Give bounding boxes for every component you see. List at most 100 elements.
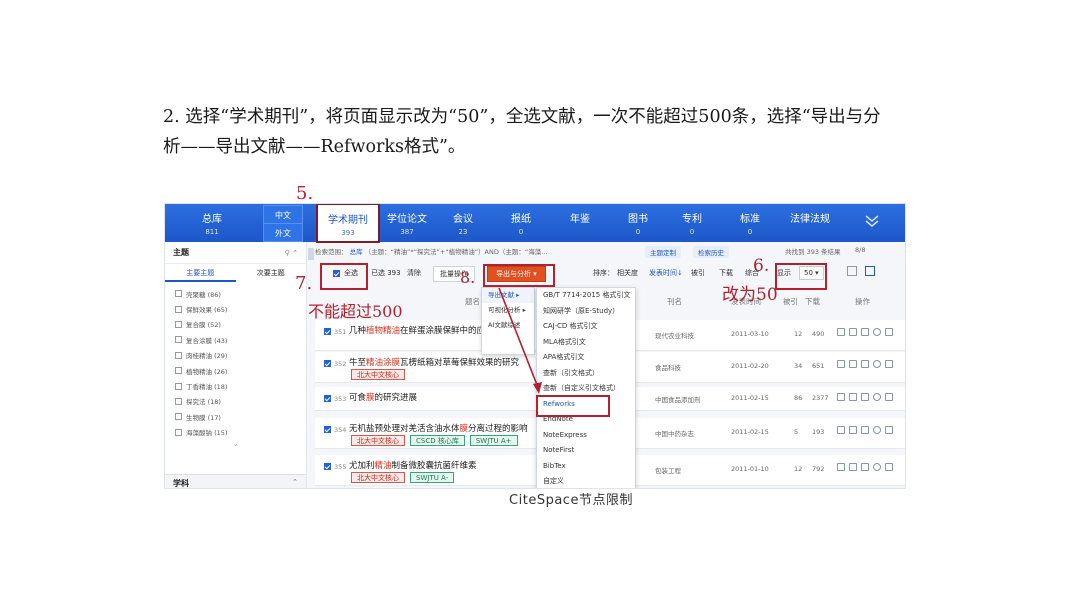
format-novelty-citation[interactable]: 查新（引文格式） — [537, 366, 635, 382]
more-icon[interactable] — [885, 463, 893, 471]
row-source[interactable]: 现代农业科技 — [655, 330, 694, 340]
download-icon[interactable] — [837, 463, 845, 471]
checkbox[interactable] — [175, 413, 182, 421]
sort-cited[interactable]: 被引 — [691, 268, 705, 278]
format-mla[interactable]: MLA格式引文 — [537, 335, 635, 351]
nav-tab-patents[interactable]: 专利 0 — [670, 204, 714, 242]
nav-tab-journals[interactable]: 学术期刊 393 — [316, 204, 380, 243]
scope-value[interactable]: 总库 — [350, 248, 363, 256]
more-icon[interactable] — [885, 393, 893, 401]
read-icon[interactable] — [849, 360, 857, 368]
facet-item[interactable]: 探究法 (18) — [175, 394, 296, 409]
quote-icon[interactable] — [873, 426, 881, 434]
row-checkbox[interactable] — [324, 395, 331, 402]
facet-toggle-icons[interactable]: ⚲ ⌃ — [285, 249, 298, 257]
format-cajcd[interactable]: CAJ-CD 格式引文 — [537, 319, 635, 335]
list-view-icon[interactable] — [865, 266, 875, 276]
checkbox[interactable] — [175, 290, 182, 298]
row-title[interactable]: 无机盐预处理对羌活含油水体膜分离过程的影响 — [349, 422, 528, 434]
nav-tab-yearbook[interactable]: 年鉴 — [558, 204, 602, 242]
lang-foreign-button[interactable]: 外文 — [263, 223, 303, 242]
row-checkbox[interactable] — [324, 463, 331, 470]
format-noteexpress[interactable]: NoteExpress — [537, 428, 635, 444]
format-gbt7714[interactable]: GB/T 7714-2015 格式引文 — [537, 288, 635, 304]
sort-download[interactable]: 下载 — [719, 268, 733, 278]
download-icon[interactable] — [837, 360, 845, 368]
read-icon[interactable] — [849, 426, 857, 434]
checkbox[interactable] — [175, 320, 182, 328]
format-notefirst[interactable]: NoteFirst — [537, 443, 635, 459]
facet-item[interactable]: 保鲜效果 (65) — [175, 301, 296, 316]
row-checkbox[interactable] — [324, 426, 331, 433]
format-estudy[interactable]: 知网研学（原E-Study） — [537, 304, 635, 320]
nav-tab-books[interactable]: 图书 0 — [616, 204, 660, 242]
row-checkbox[interactable] — [324, 360, 331, 367]
format-apa[interactable]: APA格式引文 — [537, 350, 635, 366]
row-source[interactable]: 包装工程 — [655, 465, 681, 475]
more-icon[interactable] — [885, 328, 893, 336]
checkbox[interactable] — [175, 351, 182, 359]
more-icon[interactable] — [885, 360, 893, 368]
row-source[interactable]: 中国中药杂志 — [655, 428, 694, 438]
facet-item[interactable]: 丁香精油 (18) — [175, 378, 296, 393]
facet-item[interactable]: 海藻酸钠 (15) — [175, 425, 296, 440]
facet-footer-toggle-icon[interactable]: ⌃ — [292, 478, 298, 487]
facet-item[interactable]: 壳聚糖 (86) — [175, 286, 296, 301]
quote-icon[interactable] — [873, 360, 881, 368]
checkbox[interactable] — [175, 428, 182, 436]
sidebar-collapse-handle[interactable] — [308, 248, 314, 260]
row-title[interactable]: 尤加利精油制备微胶囊抗菌纤维素 — [349, 459, 477, 471]
clear-button[interactable]: 清除 — [407, 268, 421, 278]
facet-tab-main[interactable]: 主要主题 — [165, 264, 236, 282]
favorite-icon[interactable] — [861, 393, 869, 401]
search-history-button[interactable]: 检索历史 — [693, 246, 729, 258]
facet-item[interactable]: 肉桂精油 (29) — [175, 348, 296, 363]
row-checkbox[interactable] — [324, 328, 331, 335]
read-icon[interactable] — [849, 393, 857, 401]
nav-tab-conference[interactable]: 会议 23 — [441, 204, 485, 242]
more-chevron-icon[interactable]: ⌄ — [175, 440, 296, 448]
format-bibtex[interactable]: BibTex — [537, 459, 635, 475]
checkbox[interactable] — [175, 336, 182, 344]
facet-item[interactable]: 复合涂膜 (43) — [175, 332, 296, 347]
quote-icon[interactable] — [873, 328, 881, 336]
facet-item[interactable]: 复合膜 (52) — [175, 317, 296, 332]
checkbox[interactable] — [175, 367, 182, 375]
row-index: 354 — [334, 426, 347, 434]
nav-tab-laws[interactable]: 法律法规 — [782, 204, 838, 242]
nav-tab-standards[interactable]: 标准 0 — [728, 204, 772, 242]
checkbox[interactable] — [175, 305, 182, 313]
row-title[interactable]: 可食膜的研究进展 — [349, 391, 417, 403]
row-source[interactable]: 中国食品添加剂 — [655, 394, 701, 404]
facet-footer[interactable]: 学科 ⌃ — [165, 474, 306, 488]
download-icon[interactable] — [837, 393, 845, 401]
download-icon[interactable] — [837, 328, 845, 336]
facet-item[interactable]: 生物膜 (17) — [175, 409, 296, 424]
nav-tab-newspaper[interactable]: 报纸 0 — [499, 204, 543, 242]
nav-tab-theses[interactable]: 学位论文 387 — [382, 204, 432, 242]
favorite-icon[interactable] — [861, 360, 869, 368]
grid-view-icon[interactable] — [847, 266, 857, 276]
row-title[interactable]: 牛至精油涂膜瓦楞纸箱对草莓保鲜效果的研究 — [349, 356, 519, 368]
favorite-icon[interactable] — [861, 463, 869, 471]
read-icon[interactable] — [849, 328, 857, 336]
read-icon[interactable] — [849, 463, 857, 471]
checkbox[interactable] — [175, 397, 182, 405]
format-custom[interactable]: 自定义 — [537, 474, 635, 488]
sort-relevance[interactable]: 相关度 — [617, 268, 638, 278]
nav-tab-count: 0 — [635, 228, 641, 236]
quote-icon[interactable] — [873, 463, 881, 471]
sort-date[interactable]: 发表时间↓ — [649, 268, 683, 278]
more-icon[interactable] — [885, 426, 893, 434]
lang-chinese-button[interactable]: 中文 — [263, 205, 303, 224]
topic-subscribe-button[interactable]: 主题定制 — [645, 246, 681, 258]
download-icon[interactable] — [837, 426, 845, 434]
expand-chevron-icon[interactable] — [863, 212, 881, 230]
favorite-icon[interactable] — [861, 426, 869, 434]
quote-icon[interactable] — [873, 393, 881, 401]
row-source[interactable]: 食品科技 — [655, 362, 681, 372]
facet-item[interactable]: 植物精油 (26) — [175, 363, 296, 378]
checkbox[interactable] — [175, 382, 182, 390]
favorite-icon[interactable] — [861, 328, 869, 336]
nav-tab-all[interactable]: 总库 811 — [177, 204, 247, 242]
